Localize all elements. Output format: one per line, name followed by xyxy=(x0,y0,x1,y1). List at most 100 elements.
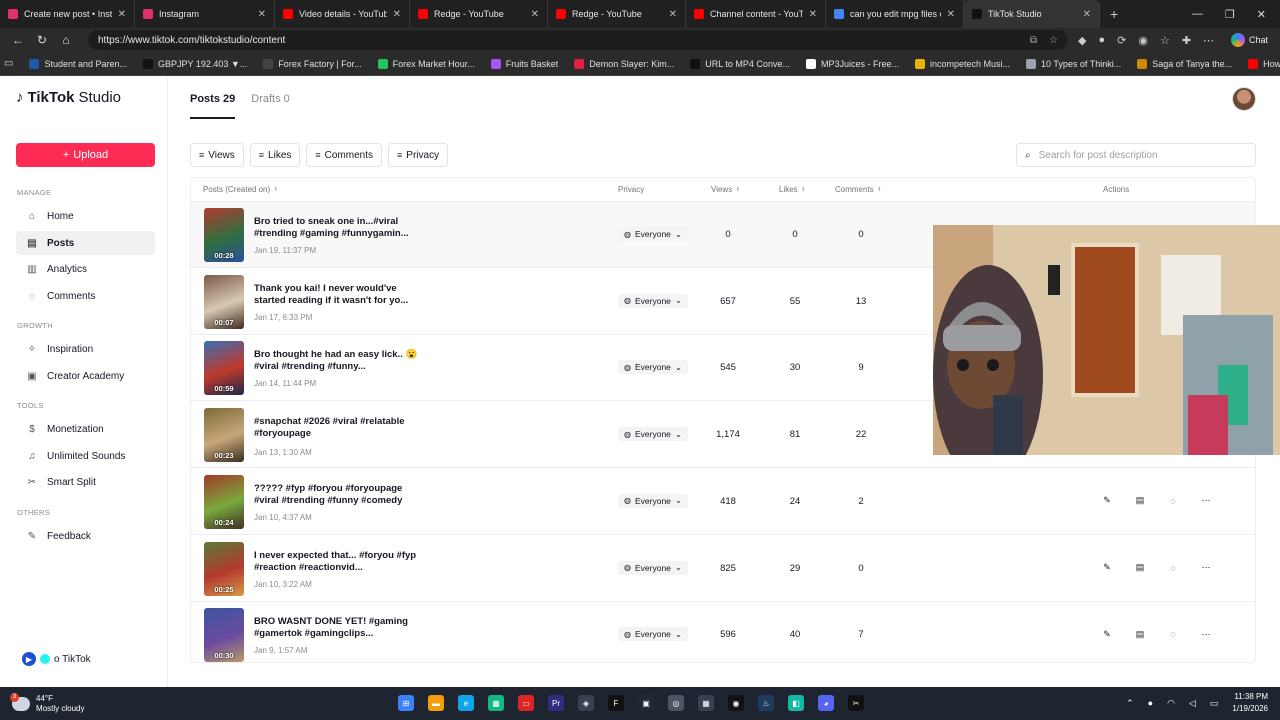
video-thumbnail[interactable]: 00:59 xyxy=(204,341,244,396)
app-icon[interactable]: ◎ xyxy=(668,695,684,711)
filter-comments-button[interactable]: ≡ Comments xyxy=(306,143,383,167)
bookmark-item[interactable]: Fruits Basket xyxy=(490,58,558,69)
microphone-icon[interactable]: ● xyxy=(1148,698,1153,708)
chevron-up-icon[interactable]: ⌃ xyxy=(1126,698,1134,709)
app-icon[interactable]: ▣ xyxy=(638,695,654,711)
video-thumbnail[interactable]: 00:24 xyxy=(204,474,244,529)
bookmark-item[interactable]: Demon Slayer: Kim... xyxy=(574,58,674,69)
table-row[interactable]: 00:30 BRO WASNT DONE YET! #gaming #gamert… xyxy=(191,602,1255,662)
close-tab-icon[interactable]: ✕ xyxy=(118,9,126,20)
minimize-icon[interactable]: — xyxy=(1192,8,1203,21)
filter-likes-button[interactable]: ≡ Likes xyxy=(249,143,301,167)
sidebar-footer[interactable]: ▶ o TikTok xyxy=(22,652,91,666)
column-likes[interactable]: Likes ⬍ xyxy=(779,185,806,194)
file-explorer-icon[interactable]: ▬ xyxy=(428,695,444,711)
clock[interactable]: 11:38 PM 1/19/2026 xyxy=(1232,691,1268,715)
sidebar-item-monetization[interactable]: $ Monetization xyxy=(16,417,155,441)
privacy-dropdown[interactable]: ◍ Everyone ⌄ xyxy=(618,293,689,308)
bookmark-item[interactable]: 10 Types of Thinki... xyxy=(1026,58,1121,69)
post-description[interactable]: ????? #fyp #foryou #foryoupage #viral #t… xyxy=(254,483,424,507)
more-icon[interactable]: ⋯ xyxy=(1198,493,1214,509)
edit-icon[interactable]: ✎ xyxy=(1099,560,1115,576)
post-description[interactable]: Thank you kai! I never would've started … xyxy=(254,283,424,307)
sidebar-item-feedback[interactable]: ✎ Feedback xyxy=(16,524,155,548)
edge-icon[interactable]: e xyxy=(458,695,474,711)
extension-icon[interactable]: ● xyxy=(1098,34,1105,47)
browser-tab[interactable]: TikTok Studio ✕ xyxy=(964,0,1100,28)
privacy-dropdown[interactable]: ◍ Everyone ⌄ xyxy=(618,627,689,642)
store-icon[interactable]: ▦ xyxy=(488,695,504,711)
post-description[interactable]: #snapchat #2026 #viral #relatable #foryo… xyxy=(254,416,424,440)
edit-icon[interactable]: ✎ xyxy=(1099,493,1115,509)
battery-icon[interactable]: ▭ xyxy=(1210,698,1219,709)
obs-icon[interactable]: ◉ xyxy=(728,695,744,711)
resolve-icon[interactable]: ◈ xyxy=(578,695,594,711)
browser-tab[interactable]: Channel content - YouTube Studio ✕ xyxy=(686,0,826,28)
sidebar-item-unlimited-sounds[interactable]: ♫ Unlimited Sounds xyxy=(16,444,155,468)
sidebar-item-smart-split[interactable]: ✂ Smart Split xyxy=(16,470,155,494)
post-description[interactable]: I never expected that... #foryou #fyp #r… xyxy=(254,550,424,574)
puzzle-icon[interactable]: ✚ xyxy=(1182,34,1191,47)
bookmark-item[interactable]: How to Fix Screen... xyxy=(1248,58,1280,69)
column-views[interactable]: Views ⬍ xyxy=(711,185,740,194)
bookmark-item[interactable]: Forex Market Hour... xyxy=(377,58,475,69)
post-description[interactable]: Bro thought he had an easy lick.. 😮 #vir… xyxy=(254,349,424,373)
close-tab-icon[interactable]: ✕ xyxy=(258,9,266,20)
extension-icon[interactable]: ◆ xyxy=(1078,34,1086,47)
tiktok-studio-logo[interactable]: ♪ TikTok Studio xyxy=(16,89,121,106)
app-icon[interactable]: ▭ xyxy=(518,695,534,711)
bookmark-item[interactable]: MP3Juices - Free... xyxy=(805,58,899,69)
column-comments[interactable]: Comments ⬍ xyxy=(835,185,882,194)
weather-widget[interactable]: 3 44°F Mostly cloudy xyxy=(0,692,84,714)
column-posts[interactable]: Posts (Created on) ⬍ xyxy=(203,185,278,194)
discord-icon[interactable]: ◕ xyxy=(818,695,834,711)
back-icon[interactable]: ← xyxy=(6,33,30,47)
table-row[interactable]: 00:24 ????? #fyp #foryou #foryoupage #vir… xyxy=(191,469,1255,535)
close-tab-icon[interactable]: ✕ xyxy=(393,9,401,20)
browser-tab[interactable]: Redge - YouTube ✕ xyxy=(548,0,686,28)
privacy-dropdown[interactable]: ◍ Everyone ⌄ xyxy=(618,560,689,575)
premiere-icon[interactable]: Pr xyxy=(548,695,564,711)
tab-drafts[interactable]: Drafts 0 xyxy=(251,93,290,119)
open-app-icon[interactable]: ⧉ xyxy=(1030,35,1037,46)
table-row[interactable]: 00:25 I never expected that... #foryou #f… xyxy=(191,536,1255,602)
upload-button[interactable]: + Upload xyxy=(16,143,155,167)
start-icon[interactable]: ⊞ xyxy=(398,695,414,711)
browser-tab[interactable]: Redge - YouTube ✕ xyxy=(410,0,548,28)
avatar[interactable] xyxy=(1232,87,1256,111)
close-tab-icon[interactable]: ✕ xyxy=(531,9,539,20)
search-input[interactable] xyxy=(1038,149,1229,161)
extension-icon[interactable]: ◉ xyxy=(1138,34,1148,47)
more-icon[interactable]: ⋯ xyxy=(1198,626,1214,642)
sidebar-item-inspiration[interactable]: ✧ Inspiration xyxy=(16,337,155,361)
video-thumbnail[interactable]: 00:28 xyxy=(204,208,244,262)
analytics-icon[interactable]: ▤ xyxy=(1132,493,1148,509)
refresh-icon[interactable]: ↻ xyxy=(30,33,54,47)
video-thumbnail[interactable]: 00:30 xyxy=(204,608,244,662)
tab-posts[interactable]: Posts 29 xyxy=(190,93,236,119)
steam-icon[interactable]: ♨ xyxy=(758,695,774,711)
post-description[interactable]: Bro tried to sneak one in...#viral #tren… xyxy=(254,216,424,240)
close-tab-icon[interactable]: ✕ xyxy=(1083,9,1091,20)
privacy-dropdown[interactable]: ◍ Everyone ⌄ xyxy=(618,227,689,241)
sidebar-item-posts[interactable]: ▤ Posts xyxy=(16,231,155,255)
wifi-icon[interactable]: ◠ xyxy=(1167,698,1175,709)
volume-icon[interactable]: ◁ xyxy=(1189,698,1196,709)
privacy-dropdown[interactable]: ◍ Everyone ⌄ xyxy=(618,360,689,375)
url-field[interactable]: https://www.tiktok.com/tiktokstudio/cont… xyxy=(88,30,1068,50)
bookmarks-menu-icon[interactable]: ▭ xyxy=(4,58,13,69)
bookmark-item[interactable]: URL to MP4 Conve... xyxy=(690,58,790,69)
more-icon[interactable]: ⋯ xyxy=(1203,34,1214,47)
sidebar-item-creator-academy[interactable]: ▣ Creator Academy xyxy=(16,364,155,388)
favorites-icon[interactable]: ☆ xyxy=(1160,34,1170,47)
browser-tab[interactable]: can you edit mpg files on ca... ✕ xyxy=(826,0,964,28)
close-tab-icon[interactable]: ✕ xyxy=(669,9,677,20)
bookmark-item[interactable]: incompetech Musi... xyxy=(914,58,1010,69)
close-window-icon[interactable]: ✕ xyxy=(1257,8,1266,21)
new-tab-icon[interactable]: + xyxy=(1100,6,1128,22)
capcut-icon[interactable]: ✂ xyxy=(848,695,864,711)
analytics-icon[interactable]: ▤ xyxy=(1132,626,1148,642)
video-thumbnail[interactable]: 00:23 xyxy=(204,408,244,463)
privacy-dropdown[interactable]: ◍ Everyone ⌄ xyxy=(618,427,689,442)
bookmark-item[interactable]: GBPJPY 192.403 ▼... xyxy=(143,58,247,69)
